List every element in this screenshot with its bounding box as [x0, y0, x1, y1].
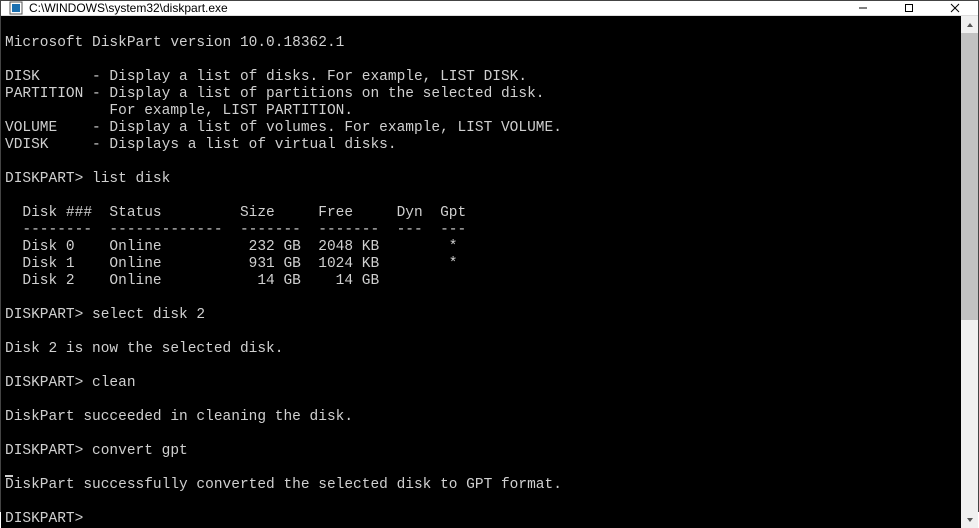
titlebar-left: C:\WINDOWS\system32\diskpart.exe — [9, 1, 228, 15]
close-button[interactable] — [932, 1, 978, 15]
titlebar[interactable]: C:\WINDOWS\system32\diskpart.exe — [1, 1, 978, 16]
scroll-track[interactable] — [961, 33, 978, 511]
window-controls — [840, 1, 978, 15]
scroll-thumb[interactable] — [961, 33, 978, 320]
scroll-down-button[interactable] — [961, 511, 978, 528]
vertical-scrollbar[interactable] — [961, 16, 978, 528]
console-output[interactable]: Microsoft DiskPart version 10.0.18362.1 … — [1, 16, 961, 528]
window-title: C:\WINDOWS\system32\diskpart.exe — [29, 1, 228, 15]
scroll-up-button[interactable] — [961, 16, 978, 33]
minimize-button[interactable] — [840, 1, 886, 15]
text-cursor — [5, 475, 13, 477]
app-icon — [9, 1, 23, 15]
maximize-button[interactable] — [886, 1, 932, 15]
window: C:\WINDOWS\system32\diskpart.exe Microso… — [1, 1, 978, 511]
client-area: Microsoft DiskPart version 10.0.18362.1 … — [1, 16, 978, 528]
